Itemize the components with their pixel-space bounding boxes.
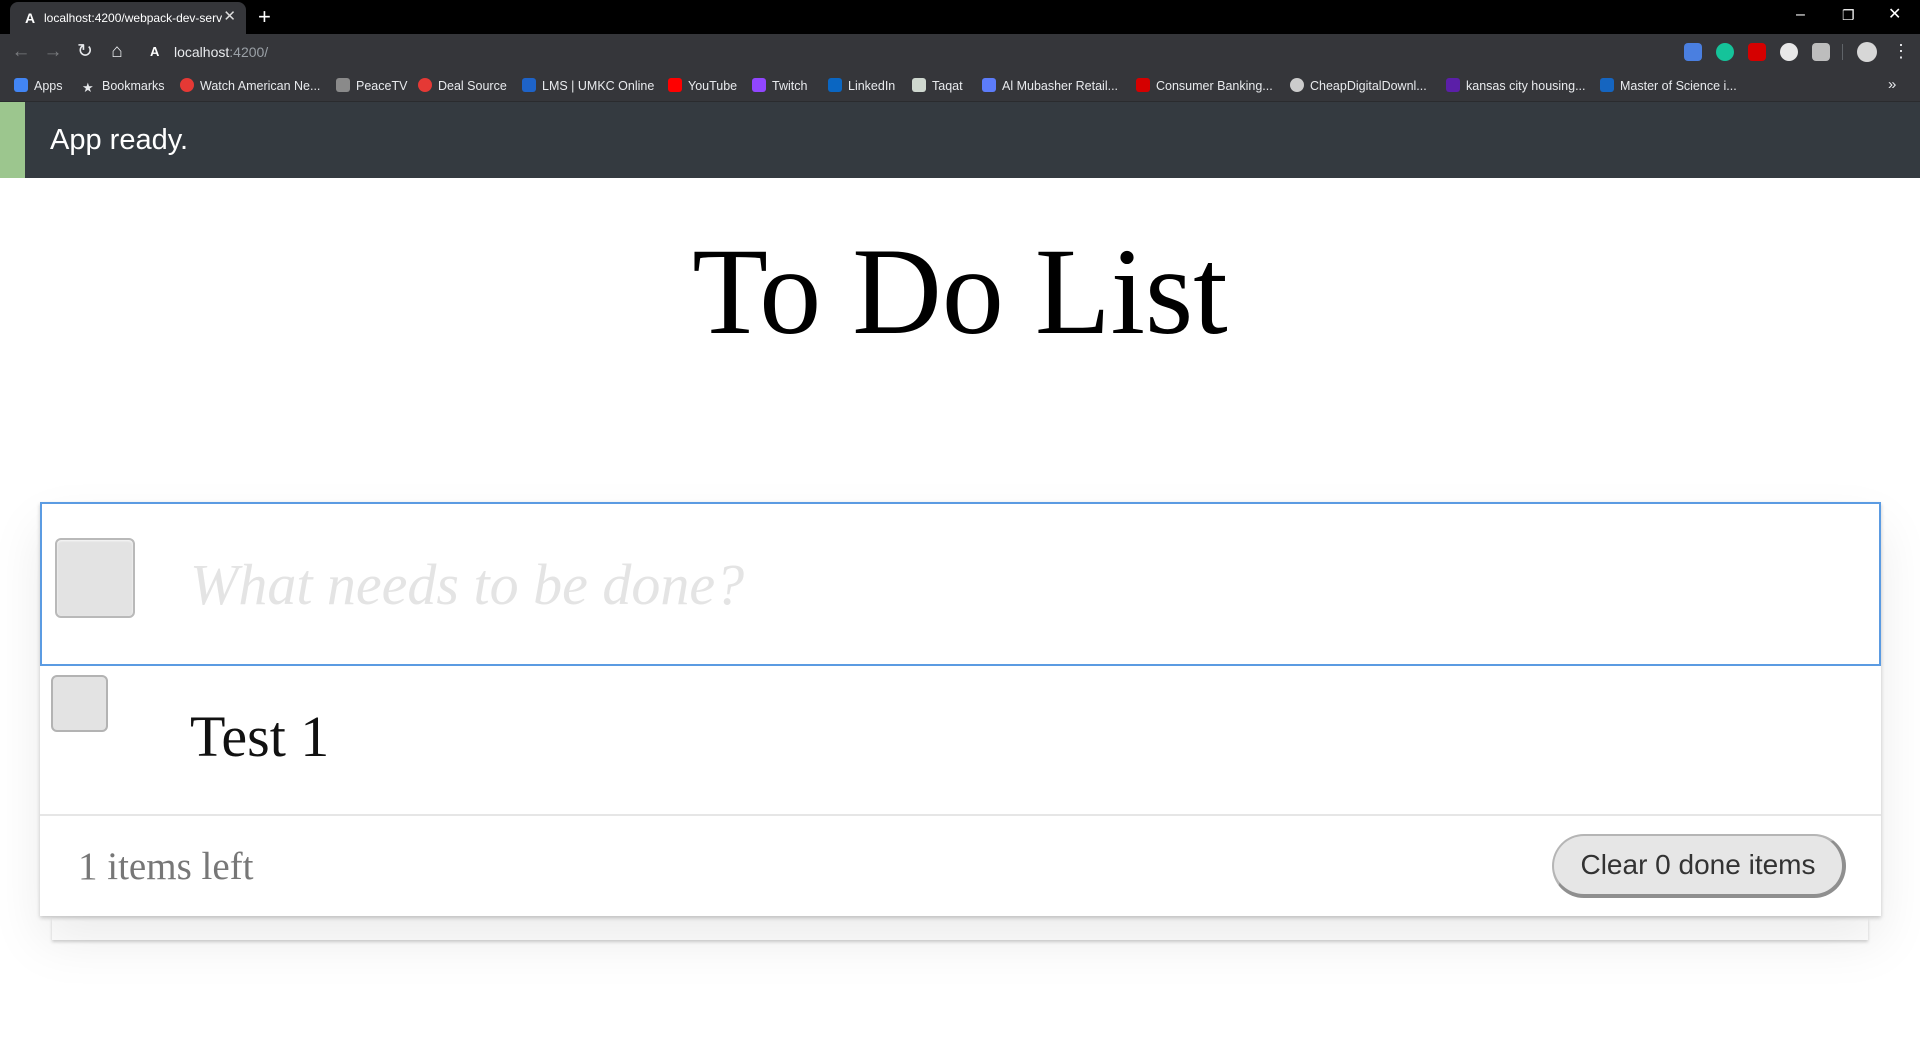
toggle-all-checkbox[interactable] xyxy=(55,538,135,618)
browser-menu-icon[interactable]: ⋮ xyxy=(1892,40,1910,62)
bookmark-item[interactable]: Consumer Banking... xyxy=(1136,77,1273,95)
al-mubasher-icon xyxy=(982,78,996,92)
bookmark-label: Watch American Ne... xyxy=(200,79,321,93)
bookmarks-bar: Apps ★ Bookmarks Watch American Ne... Pea… xyxy=(0,70,1920,102)
status-accent xyxy=(0,102,25,178)
todo-footer: 1 items left Clear 0 done items xyxy=(40,816,1881,916)
new-todo-row xyxy=(40,502,1881,666)
grammarly-extension-icon[interactable] xyxy=(1716,43,1734,61)
bookmark-label: Deal Source xyxy=(438,79,507,93)
bookmark-label: Twitch xyxy=(772,79,808,93)
new-todo-input[interactable] xyxy=(190,544,1790,624)
reload-icon[interactable]: ↻ xyxy=(74,41,96,63)
browser-toolbar: ← → ↻ ⌂ A localhost:4200/ ⋮ xyxy=(0,34,1920,70)
address-path: :4200/ xyxy=(229,44,269,60)
bookmark-item[interactable]: CheapDigitalDownl... xyxy=(1290,77,1427,95)
status-message: App ready. xyxy=(50,124,189,156)
bookmark-item[interactable]: Deal Source xyxy=(418,77,507,95)
bookmark-item[interactable]: LinkedIn xyxy=(828,77,895,95)
bookmark-label: kansas city housing... xyxy=(1466,79,1586,93)
bookmark-item[interactable]: Master of Science i... xyxy=(1600,77,1737,95)
bookmark-item[interactable]: Watch American Ne... xyxy=(180,77,320,95)
globe-extension-icon[interactable] xyxy=(1780,43,1798,61)
star-icon: ★ xyxy=(82,80,94,95)
translate-extension-icon[interactable] xyxy=(1684,43,1702,61)
site-favicon-icon: A xyxy=(150,44,160,59)
card-stack-shadow xyxy=(52,918,1868,940)
red-globe-icon xyxy=(180,78,194,92)
housing-icon xyxy=(1446,78,1460,92)
bookmark-label: YouTube xyxy=(688,79,738,93)
minimize-icon[interactable]: – xyxy=(1796,4,1805,26)
bookmark-item[interactable]: YouTube xyxy=(668,77,737,95)
printer-extension-icon[interactable] xyxy=(1812,43,1830,61)
adblock-extension-icon[interactable] xyxy=(1748,43,1766,61)
peacetv-icon xyxy=(336,78,350,92)
download-icon xyxy=(1290,78,1304,92)
clear-done-button[interactable]: Clear 0 done items xyxy=(1552,834,1846,898)
todo-item: Test 1 xyxy=(40,666,1881,816)
umkc-icon xyxy=(522,78,536,92)
toolbar-separator xyxy=(1842,44,1843,60)
tab-title: localhost:4200/webpack-dev-server xyxy=(44,11,222,25)
address-text: localhost:4200/ xyxy=(174,44,268,60)
new-tab-icon[interactable]: + xyxy=(258,4,271,30)
youtube-icon xyxy=(668,78,682,92)
items-left-count: 1 items left xyxy=(78,845,254,888)
bookmark-item[interactable]: Taqat xyxy=(912,77,963,95)
bookmark-item[interactable]: LMS | UMKC Online xyxy=(522,77,654,95)
address-bar[interactable]: A localhost:4200/ xyxy=(142,39,1672,65)
window-close-icon[interactable]: ✕ xyxy=(1888,4,1901,26)
bookmark-label: LMS | UMKC Online xyxy=(542,79,655,93)
tab-close-icon[interactable]: ✕ xyxy=(223,9,236,25)
bookmark-item[interactable]: PeaceTV xyxy=(336,77,407,95)
bookmark-label: Consumer Banking... xyxy=(1156,79,1273,93)
page-title: To Do List xyxy=(692,223,1228,360)
twitch-icon xyxy=(752,78,766,92)
apps-grid-icon xyxy=(14,78,28,92)
bookmark-item[interactable]: Apps xyxy=(14,77,63,95)
taqat-icon xyxy=(912,78,926,92)
deal-source-icon xyxy=(418,78,432,92)
todo-card: Test 1 1 items left Clear 0 done items xyxy=(40,502,1881,916)
address-host: localhost xyxy=(174,44,230,60)
bookmark-label: CheapDigitalDownl... xyxy=(1310,79,1427,93)
tab-favicon-icon: A xyxy=(24,10,36,26)
bookmark-item[interactable]: Al Mubasher Retail... xyxy=(982,77,1118,95)
bookmark-item[interactable]: ★ Bookmarks xyxy=(82,77,165,95)
linkedin-icon xyxy=(828,78,842,92)
restore-icon[interactable]: ❐ xyxy=(1842,4,1855,26)
bookmarks-overflow-icon[interactable]: » xyxy=(1888,76,1896,93)
home-icon[interactable]: ⌂ xyxy=(106,41,128,63)
bookmark-label: Al Mubasher Retail... xyxy=(1002,79,1119,93)
todo-text[interactable]: Test 1 xyxy=(190,702,329,772)
university-icon xyxy=(1600,78,1614,92)
bank-icon xyxy=(1136,78,1150,92)
back-icon[interactable]: ← xyxy=(10,41,32,63)
bookmark-label: Master of Science i... xyxy=(1620,79,1737,93)
profile-avatar[interactable] xyxy=(1857,42,1877,62)
browser-tab-strip: A localhost:4200/webpack-dev-server ✕ + … xyxy=(0,0,1920,34)
todo-checkbox[interactable] xyxy=(51,675,108,732)
bookmark-label: Apps xyxy=(34,79,63,93)
bookmark-label: PeaceTV xyxy=(356,79,408,93)
bookmark-label: Taqat xyxy=(932,79,963,93)
bookmark-item[interactable]: kansas city housing... xyxy=(1446,77,1586,95)
bookmark-label: LinkedIn xyxy=(848,79,896,93)
bookmark-label: Bookmarks xyxy=(102,79,165,93)
browser-tab[interactable]: A localhost:4200/webpack-dev-server ✕ xyxy=(10,2,246,34)
app-status-bar: App ready. xyxy=(0,102,1920,178)
bookmark-item[interactable]: Twitch xyxy=(752,77,807,95)
forward-icon[interactable]: → xyxy=(42,41,64,63)
